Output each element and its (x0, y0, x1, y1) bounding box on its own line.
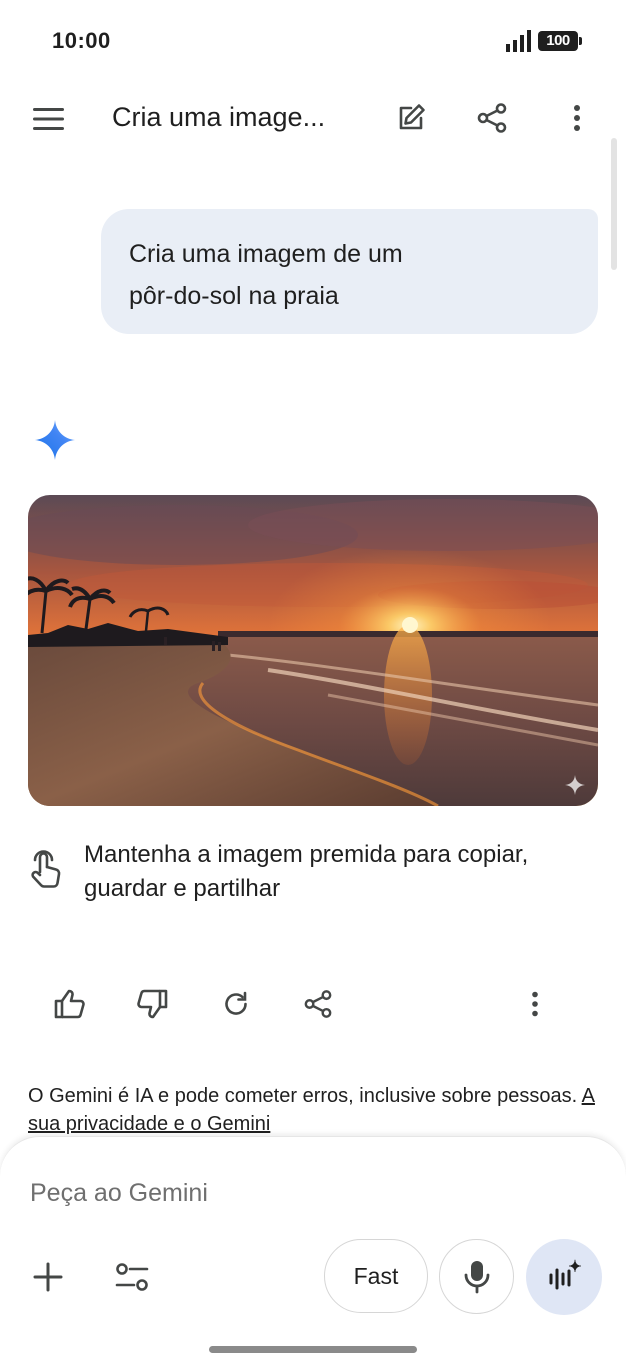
live-icon (549, 1259, 582, 1290)
disclaimer: O Gemini é IA e pode cometer erros, incl… (28, 1082, 598, 1138)
share-icon (304, 990, 332, 1018)
generated-image[interactable] (28, 495, 598, 806)
user-message: Cria uma imagem de um pôr-do-sol na prai… (101, 209, 598, 334)
thumb-down-icon (137, 989, 168, 1019)
status-time: 10:00 (52, 28, 111, 53)
share-icon (477, 103, 507, 133)
app-bar: Cria uma image... (0, 80, 626, 160)
share-response-button[interactable] (294, 980, 342, 1028)
regenerate-button[interactable] (212, 980, 260, 1028)
response-more-button[interactable] (511, 980, 559, 1028)
thumb-up-icon (54, 989, 85, 1019)
disclaimer-text: O Gemini é IA e pode cometer erros, incl… (28, 1085, 582, 1107)
prompt-input[interactable] (30, 1173, 590, 1213)
plus-icon (33, 1262, 63, 1292)
status-bar: 10:00 100 (0, 0, 626, 80)
user-message-line: Cria uma imagem de um (129, 240, 403, 268)
edit-icon (399, 104, 425, 130)
gemini-sparkle-icon (35, 420, 75, 460)
more-vert-icon (574, 105, 580, 131)
bad-response-button[interactable] (128, 980, 176, 1028)
battery-icon: 100 (538, 31, 582, 51)
response-actions (0, 978, 626, 1030)
beach-sunset-image (28, 495, 598, 806)
tools-icon (115, 1263, 149, 1291)
scrollbar[interactable] (611, 138, 617, 270)
mic-icon (464, 1260, 489, 1293)
new-chat-button[interactable] (387, 94, 435, 142)
hint-text: Mantenha a imagem premida para copiar, g… (84, 838, 528, 906)
user-message-line: pôr-do-sol na praia (129, 282, 339, 310)
touch-hold-icon (31, 850, 61, 888)
share-chat-button[interactable] (468, 94, 516, 142)
image-hint: Mantenha a imagem premida para copiar, g… (28, 838, 598, 908)
voice-input-button[interactable] (439, 1239, 514, 1314)
conversation-title: Cria uma image... (112, 102, 326, 132)
refresh-icon (225, 991, 247, 1015)
add-attachment-button[interactable] (24, 1253, 72, 1301)
tools-button[interactable] (108, 1253, 156, 1301)
more-vert-icon (532, 991, 538, 1017)
menu-icon (33, 108, 64, 130)
more-options-button[interactable] (553, 94, 601, 142)
menu-button[interactable] (25, 95, 73, 143)
hint-text-line: Mantenha a imagem premida para copiar, (84, 841, 529, 868)
hint-text-line: guardar e partilhar (84, 875, 281, 902)
live-mode-button[interactable] (526, 1239, 602, 1315)
model-selector-button[interactable]: Fast (324, 1239, 428, 1313)
signal-icon (506, 30, 531, 52)
ai-generated-sparkle-icon (565, 775, 585, 795)
good-response-button[interactable] (46, 980, 94, 1028)
composer: Fast (0, 1136, 626, 1366)
home-indicator[interactable] (209, 1346, 417, 1353)
